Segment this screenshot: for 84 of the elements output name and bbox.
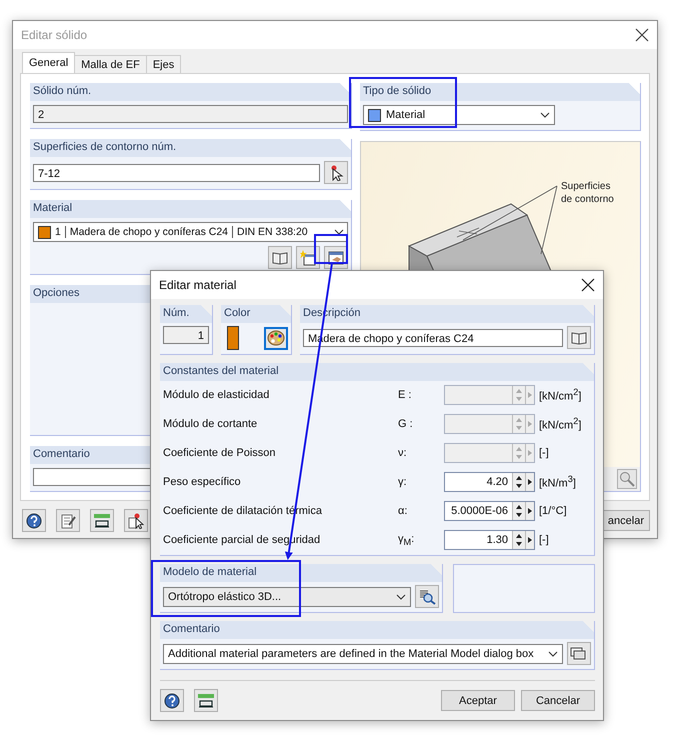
- help-icon: [26, 512, 42, 528]
- tab[interactable]: Ejes: [146, 55, 182, 73]
- palette-icon: [267, 330, 285, 346]
- chevron-down-icon: [334, 229, 344, 235]
- property-label: Módulo de cortante: [163, 418, 258, 430]
- unit-label: [kN/m$^{3}$]: [538, 474, 577, 490]
- ruler-icon: [197, 692, 215, 708]
- spin-arrows-icon: [512, 444, 525, 462]
- spin-field[interactable]: 4.20: [444, 472, 535, 492]
- material-dropdown[interactable]: 1 Madera de chopo y coníferas C24 DIN EN 338:20: [33, 222, 348, 242]
- help-button[interactable]: [22, 509, 46, 532]
- spin-arrows-icon: [512, 531, 525, 549]
- chevron-down-icon: [548, 650, 558, 656]
- spin-arrows-icon: [512, 415, 525, 433]
- units-button[interactable]: [90, 509, 114, 532]
- help-button[interactable]: [160, 689, 184, 712]
- unit-label: [kN/cm$^{2}$]: [538, 416, 582, 432]
- spin-field[interactable]: 5.0000E-06: [444, 501, 535, 521]
- ruler-icon: [93, 512, 111, 528]
- window-title: Editar sólido: [21, 28, 88, 42]
- new-button[interactable]: [296, 246, 320, 269]
- new-window-icon: [300, 250, 316, 266]
- highlight-frame: [314, 234, 348, 264]
- help-icon: [164, 692, 180, 708]
- symbol-label: G :: [397, 418, 414, 430]
- symbol-label: α:: [397, 505, 408, 517]
- model-details-button[interactable]: [415, 585, 439, 608]
- spin-arrows-icon: [512, 386, 525, 404]
- symbol-label: γ:: [397, 476, 408, 488]
- property-label: Coeficiente de Poisson: [163, 447, 277, 459]
- dialog-button[interactable]: Cancelar: [521, 690, 595, 711]
- group-label: Material: [33, 202, 72, 214]
- group-label: Comentario: [163, 623, 220, 635]
- note-pencil-icon: [60, 512, 76, 528]
- chevron-down-icon: [540, 112, 550, 118]
- color-picker-button[interactable]: [264, 326, 288, 350]
- unit-label: [-]: [538, 534, 550, 546]
- magnifier-icon: [619, 471, 635, 487]
- symbol-label: ν:: [397, 447, 408, 459]
- close-button[interactable]: [579, 276, 597, 294]
- tab[interactable]: General: [22, 52, 76, 73]
- group-label: Superficies de contorno núm.: [33, 141, 176, 153]
- library-button[interactable]: [268, 246, 292, 269]
- comment-dropdown[interactable]: Additional material parameters are defined in the Material Model dialog box: [163, 644, 563, 664]
- property-label: Peso específico: [163, 476, 242, 488]
- callout-label: Superficies de contorno: [561, 180, 615, 206]
- document-cursor-icon: [128, 512, 144, 528]
- dialog-button[interactable]: Aceptar: [441, 690, 515, 711]
- comments-button[interactable]: [567, 642, 591, 665]
- stacked-windows-icon: [570, 646, 588, 660]
- group-label: Tipo de sólido: [363, 85, 432, 97]
- property-label: Módulo de elasticidad: [163, 389, 270, 401]
- unit-label: [kN/cm$^{2}$]: [538, 387, 582, 403]
- group-label: Color: [224, 307, 250, 319]
- model-dropdown[interactable]: Ortótropo elástico 3D...: [163, 586, 411, 606]
- symbol-label: E :: [397, 389, 412, 401]
- units-button[interactable]: [194, 689, 218, 712]
- symbol-label: γ$_{M}$:: [397, 532, 416, 548]
- group-label: Opciones: [33, 287, 80, 299]
- book-icon: [272, 250, 288, 264]
- group-label: Modelo de material: [163, 566, 257, 578]
- zoom-button[interactable]: [617, 469, 637, 489]
- edit-note-button[interactable]: [56, 509, 80, 532]
- spin-arrows-icon: [512, 502, 525, 520]
- group-label: Sólido núm.: [33, 85, 92, 97]
- unit-label: [-]: [538, 447, 550, 459]
- close-button[interactable]: [633, 26, 651, 44]
- window-title: Editar material: [159, 278, 236, 292]
- window-hand-icon: [328, 250, 344, 264]
- group-label: Núm.: [163, 307, 190, 319]
- number-field[interactable]: 1: [163, 326, 209, 344]
- pick-button[interactable]: [324, 161, 348, 184]
- solid-type-dropdown[interactable]: Material: [363, 105, 555, 125]
- group-label: Comentario: [33, 448, 90, 460]
- list-magnifier-icon: [418, 588, 436, 604]
- group-label: Constantes del material: [163, 365, 279, 377]
- book-icon: [571, 330, 587, 344]
- chevron-down-icon: [396, 594, 406, 600]
- spin-arrows-icon: [512, 473, 525, 491]
- select-button[interactable]: [124, 509, 148, 532]
- surfaces-field[interactable]: 7-12: [33, 164, 320, 182]
- library-button[interactable]: [567, 326, 591, 349]
- number-field[interactable]: 2: [33, 105, 348, 123]
- spin-field[interactable]: 1.30: [444, 530, 535, 550]
